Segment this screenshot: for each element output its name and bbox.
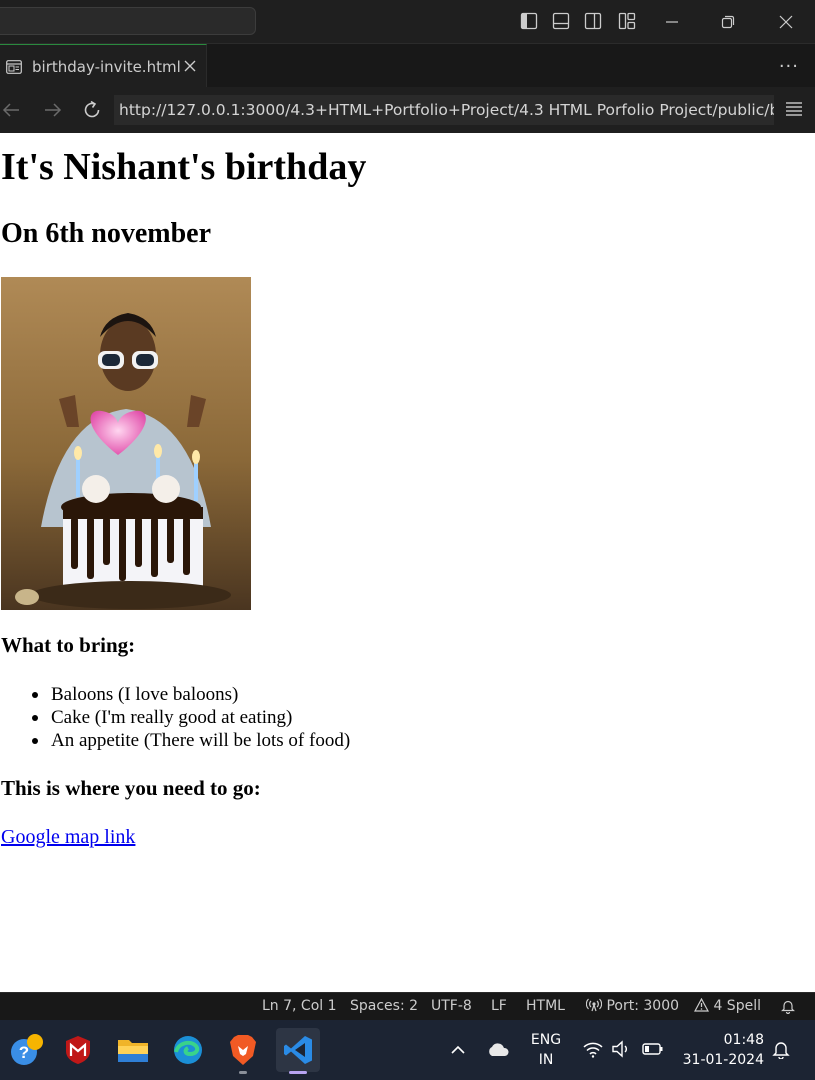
minimize-button[interactable] — [649, 0, 695, 44]
language-line2: IN — [538, 1052, 554, 1068]
list-item: An appetite (There will be lots of food) — [0, 729, 350, 752]
clock-date: 31-01-2024 — [682, 1052, 764, 1068]
clock[interactable]: 01:48 31-01-2024 — [680, 1030, 764, 1070]
editor-tab-bar: birthday-invite.html ··· — [0, 44, 815, 87]
title-bar — [0, 0, 815, 44]
edge-icon — [174, 1036, 202, 1064]
more-actions-icon[interactable]: ··· — [779, 56, 799, 77]
list-item: Cake (I'm really good at eating) — [0, 706, 350, 729]
mcafee-icon — [66, 1036, 90, 1064]
taskbar-edge[interactable] — [166, 1028, 210, 1072]
taskbar-brave[interactable] — [221, 1028, 265, 1074]
list-item: Baloons (I love baloons) — [0, 683, 350, 706]
close-window-icon — [779, 15, 793, 29]
end-of-line[interactable]: LF — [491, 998, 507, 1014]
active-indicator — [289, 1071, 307, 1074]
bring-list: Baloons (I love baloons) Cake (I'm reall… — [0, 683, 350, 752]
web-page: It's Nishant's birthday On 6th november — [0, 133, 815, 992]
onedrive-cloud-icon[interactable] — [486, 1042, 510, 1058]
url-input[interactable]: http://127.0.0.1:3000/4.3+HTML+Portfolio… — [114, 95, 774, 125]
wifi-icon[interactable] — [582, 1040, 604, 1058]
reload-icon[interactable] — [81, 99, 103, 121]
broadcast-icon — [585, 998, 603, 1012]
running-indicator — [239, 1071, 247, 1074]
toggle-primary-sidebar-icon[interactable] — [520, 12, 538, 30]
tab-birthday-invite[interactable]: birthday-invite.html — [0, 44, 207, 87]
chevron-up-icon[interactable] — [450, 1043, 466, 1057]
file-explorer-icon — [118, 1040, 148, 1062]
windows-taskbar: ? ENG IN 01:48 31-01-2024 — [0, 1020, 815, 1080]
spell-label: 4 Spell — [713, 998, 761, 1014]
speaker-icon[interactable] — [611, 1040, 633, 1058]
taskbar-help-app[interactable]: ? — [4, 1028, 48, 1072]
restore-button[interactable] — [705, 0, 751, 44]
language-line1: ENG — [530, 1032, 562, 1048]
language-mode[interactable]: HTML — [526, 998, 565, 1014]
notification-bell-icon[interactable] — [772, 1040, 790, 1059]
clock-time: 01:48 — [723, 1032, 764, 1048]
customize-layout-icon[interactable] — [618, 12, 636, 30]
taskbar-mcafee[interactable] — [56, 1028, 100, 1072]
indentation[interactable]: Spaces: 2 — [350, 998, 418, 1014]
browser-preview-icon — [6, 60, 22, 74]
event-date: On 6th november — [1, 218, 211, 249]
brave-icon — [230, 1035, 256, 1065]
url-text: http://127.0.0.1:3000/4.3+HTML+Portfolio… — [119, 101, 774, 119]
warning-icon — [693, 997, 710, 1012]
restore-icon — [721, 15, 735, 29]
simple-browser-toolbar: http://127.0.0.1:3000/4.3+HTML+Portfolio… — [0, 87, 815, 133]
arrow-right-icon[interactable] — [41, 99, 63, 121]
status-bar: Ln 7, Col 1 Spaces: 2 UTF-8 LF HTML Port… — [0, 992, 815, 1020]
page-title: It's Nishant's birthday — [1, 146, 367, 188]
battery-icon[interactable] — [642, 1042, 664, 1056]
arrow-left-icon[interactable] — [1, 99, 23, 121]
taskbar-file-explorer[interactable] — [111, 1028, 155, 1072]
help-app-icon: ? — [11, 1034, 43, 1065]
tab-label: birthday-invite.html — [32, 58, 181, 76]
spell-status[interactable]: 4 Spell — [693, 997, 761, 1014]
hamburger-menu-icon[interactable] — [785, 101, 803, 117]
where-heading: This is where you need to go: — [1, 776, 261, 800]
close-window-button[interactable] — [763, 0, 809, 44]
port-label: Port: 3000 — [606, 998, 680, 1014]
taskbar-vscode[interactable] — [276, 1028, 320, 1074]
birthday-cake-photo — [1, 277, 251, 610]
svg-text:?: ? — [19, 1043, 29, 1062]
bring-heading: What to bring: — [1, 633, 136, 657]
cursor-position[interactable]: Ln 7, Col 1 — [262, 998, 337, 1014]
google-map-link[interactable]: Google map link — [1, 826, 135, 849]
toggle-panel-icon[interactable] — [552, 12, 570, 30]
minimize-icon — [666, 21, 678, 23]
encoding[interactable]: UTF-8 — [431, 998, 472, 1014]
toggle-secondary-sidebar-icon[interactable] — [584, 12, 602, 30]
language-indicator[interactable]: ENG IN — [526, 1030, 566, 1070]
command-center[interactable] — [0, 7, 256, 35]
vscode-icon — [284, 1036, 312, 1064]
port-status[interactable]: Port: 3000 — [585, 998, 680, 1014]
close-icon[interactable] — [181, 57, 199, 75]
bell-icon[interactable] — [781, 999, 795, 1014]
